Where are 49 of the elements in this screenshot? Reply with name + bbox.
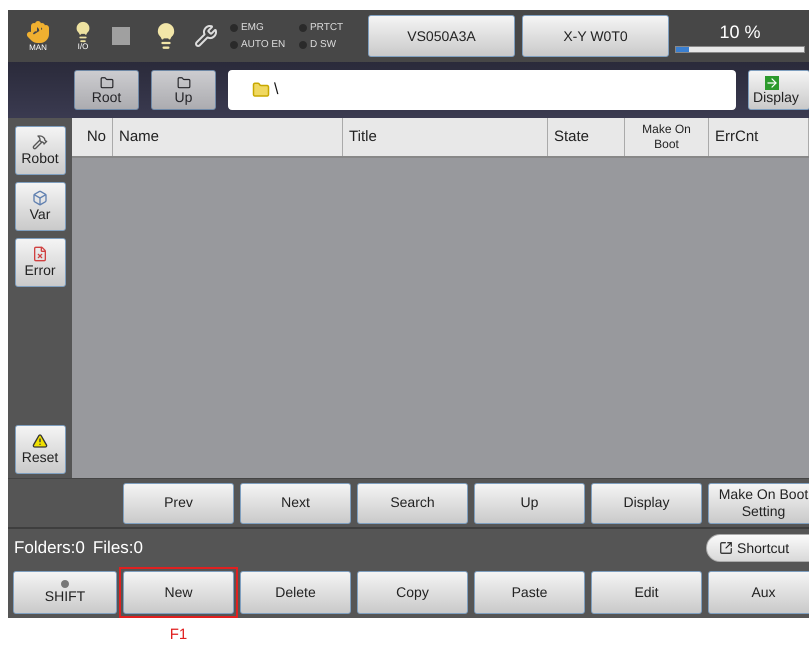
hand-icon — [26, 20, 50, 44]
function-button[interactable]: Paste — [474, 571, 585, 614]
shortcut-icon — [719, 541, 733, 555]
coordinate-button[interactable]: X-Y W0T0 — [522, 15, 669, 57]
function-button[interactable]: Delete — [240, 571, 351, 614]
indicator-label: D SW — [310, 38, 336, 52]
display-button[interactable]: Display — [748, 70, 809, 110]
shortcut-button[interactable]: Shortcut — [706, 534, 809, 562]
function-button[interactable]: Copy — [357, 571, 468, 614]
function-button[interactable]: Prev — [123, 482, 234, 524]
function-button[interactable]: Aux — [708, 571, 809, 614]
function-button[interactable]: Search — [357, 482, 468, 524]
column-header[interactable]: Name — [113, 118, 343, 156]
function-button[interactable]: Up — [474, 482, 585, 524]
model-button[interactable]: VS050A3A — [368, 15, 515, 57]
reset-button[interactable]: Reset — [14, 425, 66, 474]
column-header[interactable]: State — [548, 118, 625, 156]
wrench-icon — [194, 24, 218, 48]
indicator-label: EMG — [241, 21, 264, 35]
folder-icon — [252, 81, 270, 99]
callout-label: F1 — [168, 625, 188, 645]
side-button[interactable]: Robot — [14, 126, 66, 175]
mode-label: MAN — [29, 44, 47, 52]
side-button[interactable]: Var — [14, 182, 66, 231]
cube-icon — [32, 190, 48, 206]
indicator-label: AUTO EN — [241, 38, 286, 52]
column-header[interactable]: ErrCnt — [709, 118, 809, 156]
function-button[interactable]: Display — [591, 482, 702, 524]
error-file-icon — [32, 246, 48, 262]
folder-icon — [100, 76, 114, 90]
indicator-label: PRTCT — [310, 21, 344, 35]
function-button[interactable]: Make On Boot Setting — [708, 482, 809, 524]
column-header[interactable]: Title — [343, 118, 548, 156]
speed-reading: 10 % — [719, 21, 761, 44]
warning-icon — [32, 432, 48, 449]
function-button[interactable]: Next — [240, 482, 351, 524]
stop-icon — [112, 27, 130, 45]
side-button[interactable]: Error — [14, 238, 66, 287]
file-count: Files:0 — [92, 537, 143, 560]
function-button[interactable]: Edit — [591, 571, 702, 614]
function-button[interactable]: New — [123, 571, 234, 614]
column-header[interactable]: No — [72, 118, 113, 156]
io-label: I/O — [78, 43, 88, 51]
folder-icon — [176, 76, 190, 90]
shift-button[interactable]: SHIFT — [13, 571, 117, 614]
folder-count: Folders:0 — [14, 537, 85, 560]
path-field[interactable]: \ — [228, 70, 736, 110]
hammer-icon — [32, 134, 48, 150]
column-header[interactable]: Make On Boot — [625, 118, 709, 156]
